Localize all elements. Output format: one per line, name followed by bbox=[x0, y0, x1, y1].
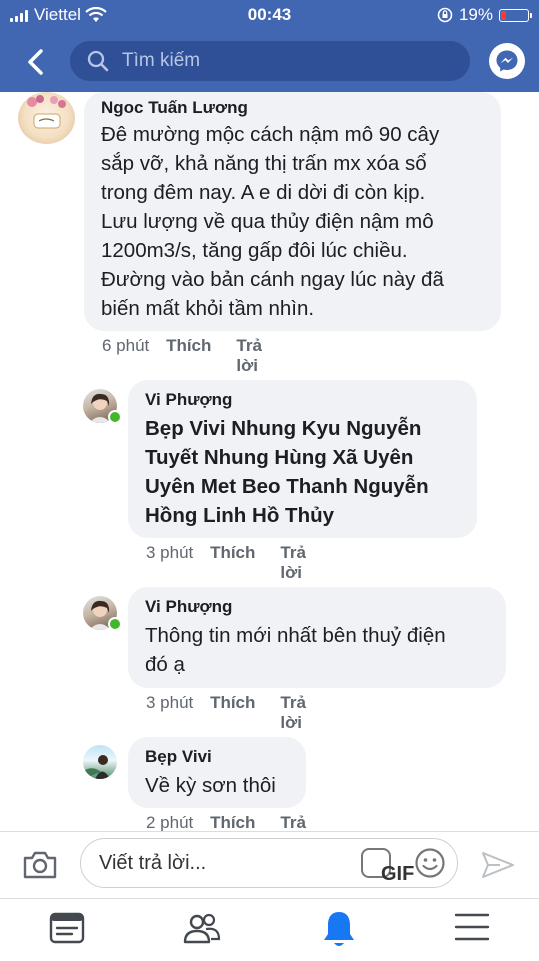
comment-actions: 3 phút Thích Trả lời bbox=[146, 693, 347, 733]
gif-label: GIF bbox=[381, 863, 415, 885]
like-button[interactable]: Thích bbox=[210, 693, 255, 733]
messenger-button[interactable] bbox=[489, 43, 525, 79]
reply-placeholder: Viết trả lời... bbox=[99, 852, 207, 874]
avatar-decoration-icon bbox=[27, 95, 66, 129]
sticker-icon[interactable] bbox=[414, 847, 446, 879]
comment-bubble[interactable]: Vi Phượng Bẹp Vivi Nhung Kyu Nguyễn Tuyế… bbox=[128, 380, 477, 538]
reply-button[interactable]: Trả lời bbox=[280, 693, 321, 733]
status-right: 19% bbox=[437, 5, 532, 25]
camera-icon[interactable] bbox=[22, 850, 58, 880]
menu-icon[interactable] bbox=[454, 909, 490, 945]
comment-author[interactable]: Ngoc Tuấn Lương bbox=[101, 98, 485, 118]
search-placeholder: Tìm kiếm bbox=[122, 50, 201, 71]
comment-text: Thông tin mới nhất bên thuỷ điện đó ạ bbox=[145, 624, 446, 676]
comment-time: 3 phút bbox=[146, 693, 194, 712]
comment-text: Bẹp Vivi Nhung Kyu Nguyễn Tuyết Nhung Hù… bbox=[145, 417, 429, 527]
status-bar: Viettel 00:43 19% bbox=[0, 0, 539, 30]
comment-text: Đê mường mộc cách nậm mô 90 cây sắp vỡ, … bbox=[101, 123, 444, 320]
reply-input[interactable]: Viết trả lời... GIF bbox=[80, 838, 458, 888]
comment-author[interactable]: Bẹp Vivi bbox=[145, 747, 290, 767]
notifications-icon[interactable] bbox=[320, 909, 358, 949]
battery-icon bbox=[499, 8, 532, 22]
comment-time: 2 phút bbox=[146, 813, 194, 831]
reply-button[interactable]: Trả lời bbox=[236, 336, 277, 376]
reply-composer: Viết trả lời... GIF bbox=[0, 831, 539, 898]
avatar[interactable] bbox=[18, 92, 75, 144]
comment-time: 3 phút bbox=[146, 543, 194, 562]
comment-actions: 3 phút Thích Trả lời bbox=[146, 543, 347, 583]
comment-actions: 2 phút Thích Trả lời bbox=[146, 813, 347, 831]
reply-button[interactable]: Trả lời bbox=[280, 813, 321, 831]
comment-author[interactable]: Vi Phượng bbox=[145, 390, 461, 410]
send-icon[interactable] bbox=[480, 850, 516, 880]
comment-text: Về kỳ sơn thôi bbox=[145, 774, 276, 797]
orientation-lock-icon bbox=[437, 7, 453, 23]
like-button[interactable]: Thích bbox=[166, 336, 211, 376]
comment-bubble[interactable]: Vi Phượng Thông tin mới nhất bên thuỷ đi… bbox=[128, 587, 506, 688]
comment-actions: 6 phút Thích Trả lời bbox=[102, 336, 303, 376]
tab-bar bbox=[0, 898, 539, 961]
reply-button[interactable]: Trả lời bbox=[280, 543, 321, 583]
like-button[interactable]: Thích bbox=[210, 813, 255, 831]
online-indicator bbox=[108, 617, 122, 631]
online-indicator bbox=[108, 410, 122, 424]
nav-bar: Tìm kiếm bbox=[0, 40, 539, 84]
search-icon bbox=[87, 50, 109, 72]
friends-icon[interactable] bbox=[182, 909, 222, 947]
messenger-icon bbox=[496, 50, 518, 72]
search-input[interactable]: Tìm kiếm bbox=[70, 41, 470, 81]
gif-button[interactable]: GIF bbox=[361, 848, 414, 885]
like-button[interactable]: Thích bbox=[210, 543, 255, 583]
comment-author[interactable]: Vi Phượng bbox=[145, 597, 490, 617]
battery-percent: 19% bbox=[458, 5, 493, 24]
avatar-photo-icon bbox=[83, 755, 110, 779]
comment-bubble[interactable]: Ngoc Tuấn Lương Đê mường mộc cách nậm mô… bbox=[84, 92, 501, 331]
comment-bubble[interactable]: Bẹp Vivi Về kỳ sơn thôi bbox=[128, 737, 306, 808]
comment-time: 6 phút bbox=[102, 336, 150, 355]
avatar[interactable] bbox=[83, 745, 117, 779]
news-feed-icon[interactable] bbox=[48, 909, 86, 947]
comment-list: Ngoc Tuấn Lương Đê mường mộc cách nậm mô… bbox=[0, 92, 539, 831]
back-arrow-icon[interactable] bbox=[20, 46, 52, 78]
